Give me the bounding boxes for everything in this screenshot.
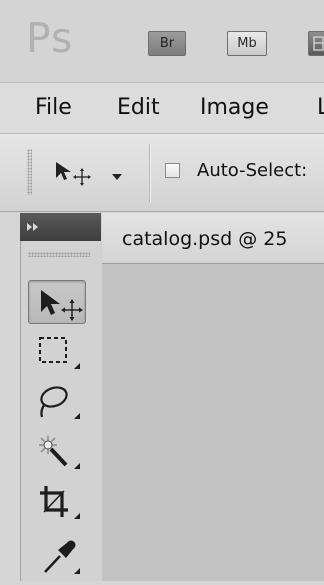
menu-bar: File Edit Image L xyxy=(0,83,324,134)
move-tool-preset-icon xyxy=(52,156,122,190)
auto-select-checkbox[interactable] xyxy=(165,163,180,178)
lasso-icon xyxy=(28,380,86,424)
canvas-area[interactable] xyxy=(102,264,324,581)
move-tool-button[interactable] xyxy=(28,280,86,324)
view-extras-button[interactable] xyxy=(308,31,324,56)
options-separator xyxy=(149,144,151,202)
menu-image[interactable]: Image xyxy=(200,94,269,122)
chevron-down-icon xyxy=(112,174,122,180)
crop-tool-button[interactable] xyxy=(28,480,86,524)
collapse-panel-icon[interactable] xyxy=(26,221,42,233)
title-bar: Ps Br Mb xyxy=(0,0,324,83)
launch-bridge-button[interactable]: Br xyxy=(148,31,186,56)
tools-panel-grip[interactable] xyxy=(28,252,90,257)
left-edge xyxy=(0,213,19,581)
magic-wand-icon xyxy=(28,430,86,474)
view-extras-icon xyxy=(310,32,324,55)
launch-mini-bridge-button[interactable]: Mb xyxy=(227,31,267,56)
magic-wand-tool-button[interactable] xyxy=(28,430,86,474)
document-tab-title: catalog.psd @ 25 xyxy=(122,228,287,250)
rectangular-marquee-icon xyxy=(28,330,86,374)
crop-icon xyxy=(28,480,86,524)
eyedropper-tool-button[interactable] xyxy=(28,530,86,574)
move-tool-icon xyxy=(29,281,87,325)
lasso-tool-button[interactable] xyxy=(28,380,86,424)
eyedropper-icon xyxy=(28,530,86,581)
menu-layer[interactable]: L xyxy=(317,94,324,122)
menu-edit[interactable]: Edit xyxy=(117,94,160,122)
menu-file[interactable]: File xyxy=(35,94,72,122)
marquee-tool-button[interactable] xyxy=(28,330,86,374)
auto-select-label: Auto-Select: xyxy=(197,160,307,181)
photoshop-logo: Ps xyxy=(26,18,73,59)
tool-preset-picker[interactable] xyxy=(52,156,102,184)
options-bar-grip[interactable] xyxy=(27,149,32,195)
